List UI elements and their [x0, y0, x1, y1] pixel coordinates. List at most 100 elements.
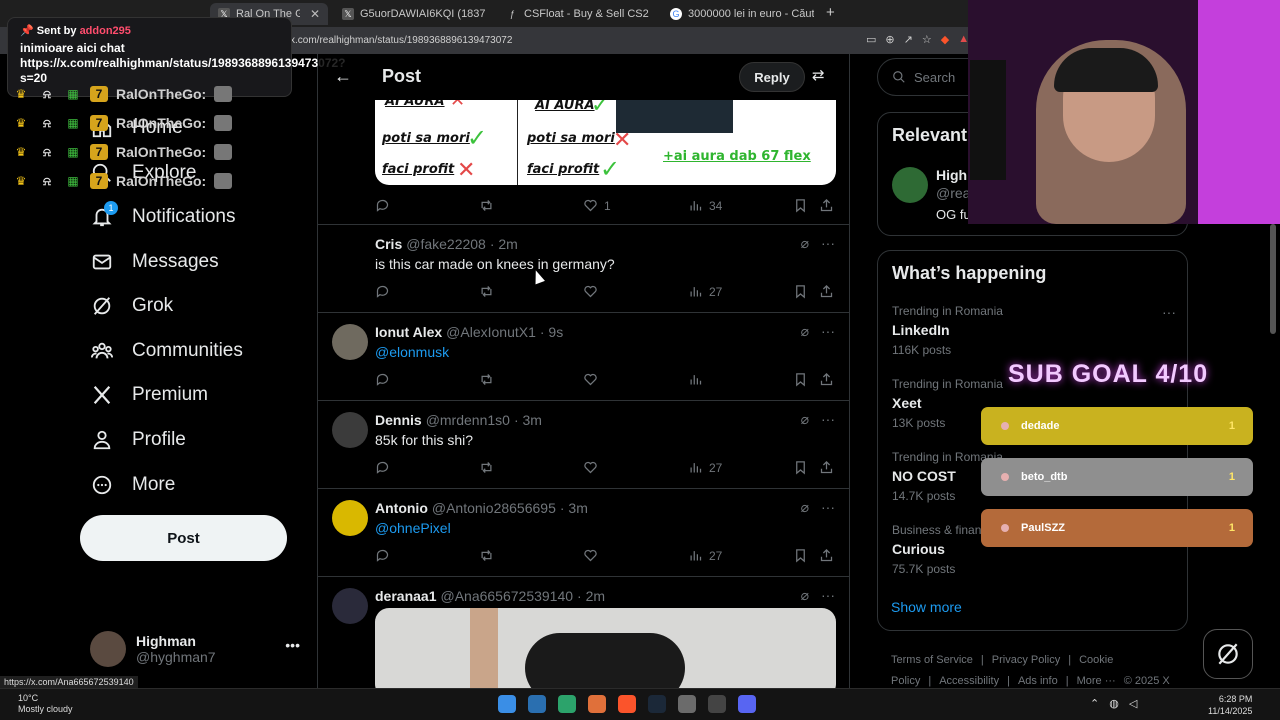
- taskbar-clock[interactable]: 6:28 PM 11/14/2025: [1208, 693, 1252, 717]
- views-icon[interactable]: 27: [688, 548, 722, 563]
- url-field[interactable]: x.com/realhighman/status/198936889613947…: [290, 35, 512, 46]
- more-icon[interactable]: ···: [1162, 304, 1176, 320]
- tweet-text[interactable]: @ohnePixel: [375, 520, 451, 536]
- reply-button[interactable]: Reply: [739, 62, 805, 92]
- repost-icon[interactable]: [479, 372, 494, 387]
- footer-link[interactable]: More ···: [1077, 675, 1116, 687]
- sort-icon[interactable]: ⇄: [812, 66, 825, 84]
- nav-grok[interactable]: Grok: [90, 289, 173, 323]
- nav-communities[interactable]: Communities: [90, 334, 243, 368]
- bookmark-icon[interactable]: [793, 372, 808, 387]
- trend-item[interactable]: Trending in Romania LinkedIn 116K posts …: [892, 304, 1182, 357]
- reply-tweet[interactable]: Ionut Alex @AlexIonutX1 · 9s ⌀ ··· @elonmusk: [318, 313, 849, 401]
- tweet-text[interactable]: @elonmusk: [375, 344, 449, 360]
- share-icon[interactable]: ↗: [904, 33, 913, 46]
- views-icon[interactable]: 27: [688, 284, 722, 299]
- tweet-handle[interactable]: @mrdenn1s0: [426, 412, 510, 428]
- tweet-handle[interactable]: @AlexIonutX1: [446, 324, 536, 340]
- repost-icon[interactable]: [479, 548, 494, 563]
- new-tab-button[interactable]: +: [826, 4, 835, 21]
- share-icon[interactable]: [819, 284, 834, 299]
- grok-icon[interactable]: ⌀: [801, 587, 809, 604]
- views-icon[interactable]: [688, 372, 709, 387]
- file-explorer-icon[interactable]: [528, 695, 546, 713]
- tweet-media[interactable]: [375, 608, 836, 688]
- like-icon[interactable]: 1: [583, 198, 611, 213]
- chevron-up-icon[interactable]: ⌃: [1090, 697, 1099, 710]
- tweet-author[interactable]: deranaa1: [375, 588, 436, 604]
- discord-icon[interactable]: [738, 695, 756, 713]
- views-icon[interactable]: 27: [688, 460, 722, 475]
- bookmark-icon[interactable]: [793, 198, 808, 213]
- footer-link[interactable]: Accessibility: [939, 675, 999, 687]
- repost-icon[interactable]: [479, 284, 494, 299]
- tweet-handle[interactable]: @Ana665672539140: [440, 588, 573, 604]
- more-icon[interactable]: ···: [821, 235, 835, 252]
- tweet-handle[interactable]: @fake22208: [406, 236, 486, 252]
- tweet-handle[interactable]: @Antonio28656695: [432, 500, 556, 516]
- post-button[interactable]: Post: [80, 515, 287, 561]
- tweet-author[interactable]: Antonio: [375, 500, 428, 516]
- footer-link[interactable]: Terms of Service: [891, 654, 973, 666]
- browser-tab[interactable]: 𝕏 G5uorDAWIAI6KQI (1837×804): [334, 3, 494, 25]
- browser-tab[interactable]: ƒ CSFloat - Buy & Sell CS2 Skins on the: [498, 3, 658, 25]
- more-icon[interactable]: ···: [821, 323, 835, 340]
- tweet-author[interactable]: Ionut Alex: [375, 324, 442, 340]
- speaker-icon[interactable]: ◁: [1129, 697, 1137, 710]
- show-more-link[interactable]: Show more: [891, 599, 962, 615]
- post-image[interactable]: AI AURA ✕ poti sa mori ✓ faci profit ✕ A…: [375, 100, 836, 185]
- share-icon[interactable]: [819, 548, 834, 563]
- reply-tweet[interactable]: Antonio @Antonio28656695 · 3m ⌀ ··· @ohnePixe…: [318, 489, 849, 577]
- weather-widget[interactable]: 10°C Mostly cloudy: [18, 693, 73, 715]
- like-icon[interactable]: [583, 460, 598, 475]
- account-switcher[interactable]: Highman @hyghman7 •••: [90, 629, 300, 669]
- app-icon[interactable]: [588, 695, 606, 713]
- avatar[interactable]: [332, 412, 368, 448]
- like-icon[interactable]: [583, 372, 598, 387]
- avatar[interactable]: [332, 588, 368, 624]
- reply-icon[interactable]: [375, 198, 390, 213]
- nav-premium[interactable]: Premium: [90, 378, 208, 412]
- grok-button[interactable]: [1203, 629, 1253, 679]
- zoom-icon[interactable]: ⊕: [885, 33, 894, 46]
- footer-link[interactable]: Ads info: [1018, 675, 1058, 687]
- reply-icon[interactable]: [375, 284, 390, 299]
- reply-icon[interactable]: [375, 372, 390, 387]
- back-arrow-icon[interactable]: ←: [334, 66, 352, 87]
- grok-icon[interactable]: ⌀: [801, 323, 809, 340]
- footer-link[interactable]: Privacy Policy: [992, 654, 1060, 666]
- more-icon[interactable]: ···: [821, 499, 835, 516]
- more-icon[interactable]: •••: [285, 637, 300, 653]
- grok-icon[interactable]: ⌀: [801, 499, 809, 516]
- app-icon[interactable]: [678, 695, 696, 713]
- reply-tweet[interactable]: deranaa1 @Ana665672539140 · 2m ⌀ ···: [318, 577, 849, 688]
- browser-tab[interactable]: G 3000000 lei in euro - Căutare Google: [662, 3, 822, 25]
- repost-icon[interactable]: [479, 460, 494, 475]
- scrollbar[interactable]: [1270, 224, 1276, 334]
- share-icon[interactable]: [819, 198, 834, 213]
- star-icon[interactable]: ☆: [922, 33, 932, 46]
- reply-icon[interactable]: [375, 460, 390, 475]
- close-icon[interactable]: ✕: [310, 7, 320, 21]
- network-icon[interactable]: ◍: [1109, 697, 1119, 710]
- avatar[interactable]: [332, 500, 368, 536]
- repost-icon[interactable]: [479, 198, 494, 213]
- reply-icon[interactable]: [375, 548, 390, 563]
- grok-icon[interactable]: ⌀: [801, 235, 809, 252]
- cast-icon[interactable]: ▭: [866, 33, 876, 46]
- views-icon[interactable]: 34: [688, 198, 722, 213]
- bookmark-icon[interactable]: [793, 548, 808, 563]
- app-icon[interactable]: [708, 695, 726, 713]
- bookmark-icon[interactable]: [793, 460, 808, 475]
- more-icon[interactable]: ···: [821, 411, 835, 428]
- brave-icon[interactable]: [618, 695, 636, 713]
- steam-icon[interactable]: [648, 695, 666, 713]
- reply-tweet[interactable]: Cris @fake22208 · 2m ⌀ ··· is this car made o…: [318, 225, 849, 313]
- avatar[interactable]: [332, 236, 368, 272]
- nav-profile[interactable]: Profile: [90, 423, 186, 457]
- nav-messages[interactable]: Messages: [90, 245, 219, 279]
- windows-start-icon[interactable]: [498, 695, 516, 713]
- brave-shield-icon[interactable]: ◆: [941, 33, 949, 46]
- like-icon[interactable]: [583, 284, 598, 299]
- nav-more[interactable]: More: [90, 468, 175, 502]
